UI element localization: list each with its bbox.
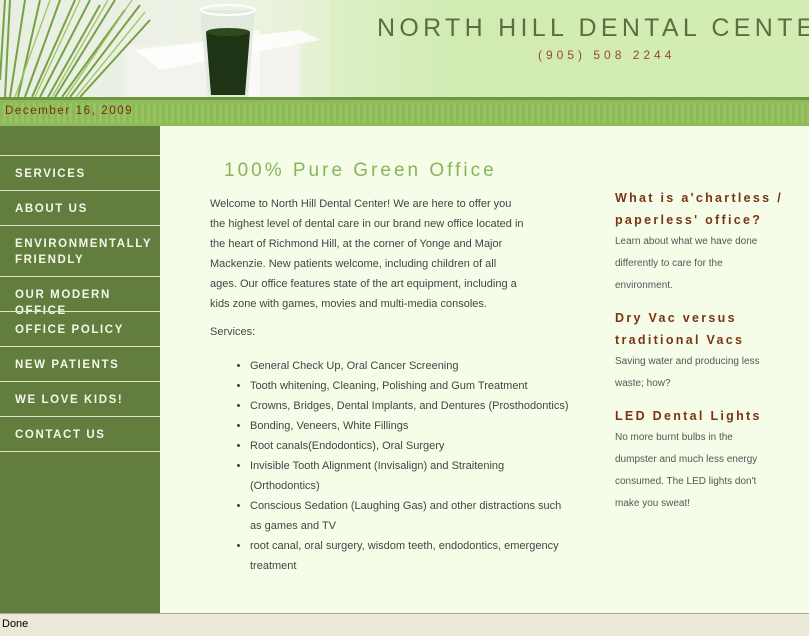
- nav-office-policy[interactable]: OFFICE POLICY: [0, 311, 160, 346]
- site-title: NORTH HILL DENTAL CENTE: [377, 14, 809, 42]
- dry-vac-text: Saving water and producing less waste; h…: [615, 356, 760, 389]
- nav-services[interactable]: SERVICES: [0, 155, 160, 190]
- nav-label: OFFICE POLICY: [15, 324, 124, 336]
- left-navigation: SERVICES ABOUT US ENVIRONMENTALLY FRIEND…: [0, 126, 160, 613]
- intro-paragraph: Welcome to North Hill Dental Center! We …: [210, 198, 524, 310]
- list-item: Crowns, Bridges, Dental Implants, and De…: [250, 396, 570, 416]
- led-lights-text: No more burnt bulbs in the dumpster and …: [615, 432, 758, 509]
- main-content: 100% Pure Green Office Welcome to North …: [160, 126, 809, 613]
- list-item: Root canals(Endodontics), Oral Surgery: [250, 436, 570, 456]
- nav-divider: [0, 451, 160, 452]
- nav-label: NEW PATIENTS: [15, 359, 120, 371]
- list-item: Conscious Sedation (Laughing Gas) and ot…: [250, 496, 570, 536]
- phone-number: (905) 508 2244: [538, 48, 676, 62]
- list-item: root canal, oral surgery, wisdom teeth, …: [250, 536, 570, 576]
- date-bar: December 16, 2009: [0, 97, 809, 126]
- nav-label: ENVIRONMENTALLY FRIENDLY: [15, 238, 152, 266]
- nav-contact-us[interactable]: CONTACT US: [0, 416, 160, 451]
- nav-label: WE LOVE KIDS!: [15, 394, 124, 406]
- current-date: December 16, 2009: [5, 105, 134, 117]
- browser-status-bar: Done: [0, 613, 809, 636]
- led-lights-heading[interactable]: LED Dental Lights: [615, 405, 800, 427]
- list-item: Invisible Tooth Alignment (Invisalign) a…: [250, 456, 570, 496]
- page-heading: 100% Pure Green Office: [224, 160, 497, 181]
- list-item: Bonding, Veneers, White Fillings: [250, 416, 570, 436]
- nav-we-love-kids[interactable]: WE LOVE KIDS!: [0, 381, 160, 416]
- list-item: Tooth whitening, Cleaning, Polishing and…: [250, 376, 570, 396]
- list-item: General Check Up, Oral Cancer Screening: [250, 356, 570, 376]
- nav-about-us[interactable]: ABOUT US: [0, 190, 160, 225]
- services-label: Services:: [210, 326, 256, 338]
- site-header: NORTH HILL DENTAL CENTE (905) 508 2244: [0, 0, 809, 97]
- services-list: General Check Up, Oral Cancer Screening …: [210, 356, 570, 576]
- header-photo-glass-wheatgrass: [0, 0, 330, 97]
- nav-new-patients[interactable]: NEW PATIENTS: [0, 346, 160, 381]
- paperless-office-heading[interactable]: What is a'chartless / paperless' office?: [615, 187, 800, 231]
- nav-label: SERVICES: [15, 168, 86, 180]
- nav-environmentally-friendly[interactable]: ENVIRONMENTALLY FRIENDLY: [0, 225, 160, 276]
- nav-our-modern-office[interactable]: OUR MODERN OFFICE: [0, 276, 160, 317]
- nav-label: CONTACT US: [15, 429, 106, 441]
- dry-vac-heading[interactable]: Dry Vac versus traditional Vacs: [615, 307, 755, 351]
- paperless-office-text: Learn about what we have done differentl…: [615, 236, 758, 291]
- nav-label: ABOUT US: [15, 203, 88, 215]
- status-text: Done: [2, 618, 29, 630]
